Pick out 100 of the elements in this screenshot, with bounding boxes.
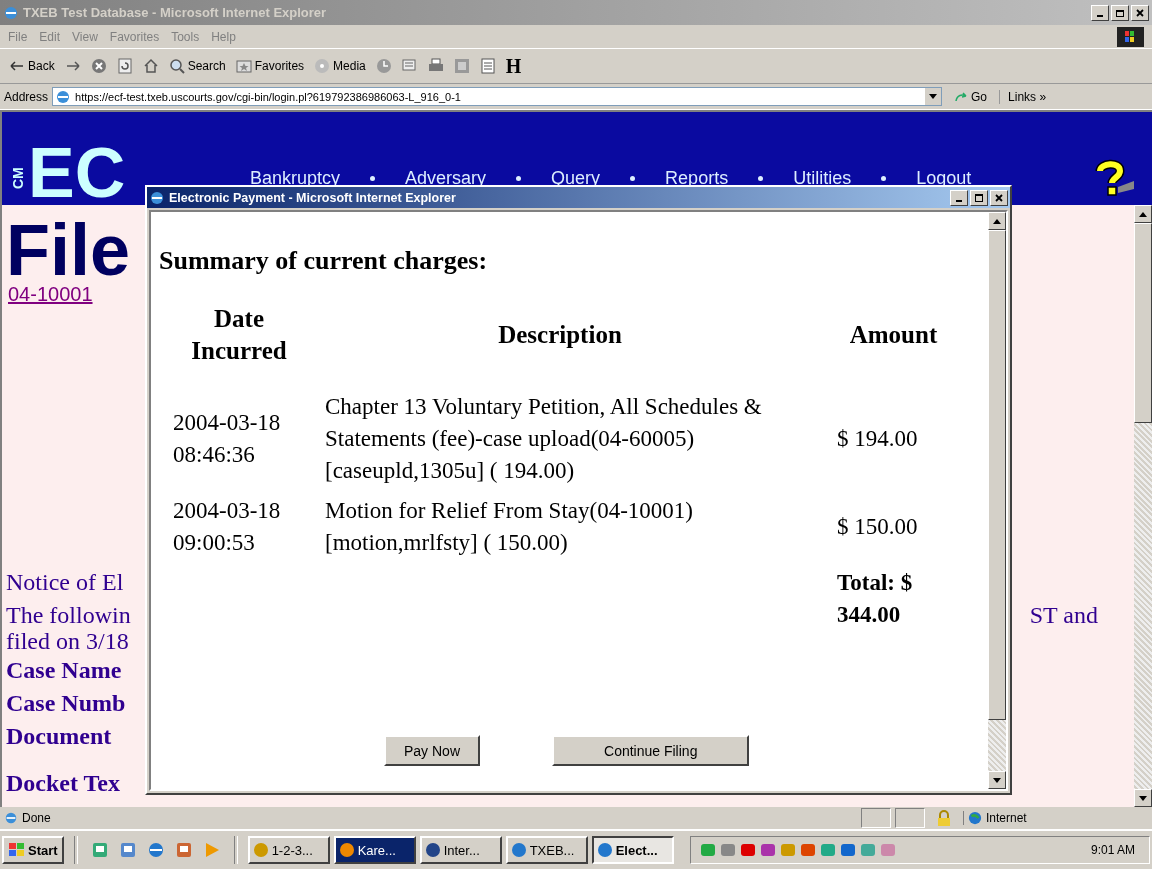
- search-button[interactable]: Search: [165, 56, 229, 76]
- date-cell-text: 2004-03-18 09:00:53: [172, 497, 282, 557]
- app-icon: [424, 842, 441, 858]
- go-button[interactable]: Go: [946, 89, 996, 104]
- tray-icon[interactable]: [739, 841, 757, 859]
- tray-icon[interactable]: [699, 841, 717, 859]
- lock-icon: [937, 810, 951, 826]
- windows-logo-icon: [1114, 26, 1144, 47]
- description-cell-text: Motion for Relief From Stay(04-10001) [motion,mrlfsty] ( 150.00): [324, 497, 694, 557]
- caret-icon: [929, 94, 938, 99]
- refresh-icon: [116, 58, 133, 74]
- field-label: Case Name: [6, 656, 122, 685]
- close-icon: [994, 192, 1004, 203]
- description-cell-text: Chapter 13 Voluntary Petition, All Schedules & Statements (fee)-case upload(04-60005) [caseupld,1305u] ( 194.00): [324, 393, 763, 485]
- taskbar-button[interactable]: TXEB...: [505, 836, 588, 864]
- date-cell-text: 2004-03-18 08:46:36: [172, 409, 282, 469]
- page-icon: [4, 811, 18, 825]
- start-button[interactable]: Start: [2, 836, 64, 864]
- logo-mark: CM: [10, 169, 26, 189]
- tray-icon[interactable]: [799, 841, 817, 859]
- links-button[interactable]: Links »: [999, 89, 1055, 104]
- down-arrow-icon: [1139, 795, 1147, 801]
- up-arrow-icon: [1139, 211, 1147, 217]
- total-cell-text: Total: $ 344.00: [836, 569, 914, 629]
- disc-icon: [314, 58, 331, 74]
- app-icon: [596, 842, 613, 858]
- nav-separator: [630, 176, 636, 181]
- amount-cell-text: $ 150.00: [836, 513, 919, 541]
- nav-link[interactable]: Utilities: [793, 168, 852, 189]
- close-button[interactable]: [1131, 4, 1149, 21]
- summary-heading: Summary of current charges:: [159, 246, 489, 276]
- status-text: Done: [22, 811, 52, 825]
- minimize-icon: [956, 200, 962, 202]
- field-label: Document: [6, 722, 112, 751]
- taskbar-button[interactable]: Elect...: [591, 836, 674, 864]
- column-header: Description: [497, 320, 623, 350]
- page-heading: File: [6, 217, 131, 283]
- down-arrow-icon: [993, 777, 1001, 783]
- taskbar-button[interactable]: 1-2-3...: [247, 836, 330, 864]
- tray-icon[interactable]: [759, 841, 777, 859]
- scrollbar[interactable]: [988, 212, 1006, 789]
- popup-title: Electronic Payment - Microsoft Internet Explorer: [169, 190, 456, 205]
- tray-icon[interactable]: [839, 841, 857, 859]
- printer-icon: [427, 58, 444, 74]
- dropdown-button[interactable]: [925, 88, 942, 105]
- browser-icon: [3, 4, 19, 21]
- minimize-button[interactable]: [950, 189, 968, 206]
- nav-link[interactable]: Reports: [665, 168, 729, 189]
- taskbar-button[interactable]: Inter...: [419, 836, 502, 864]
- clock: 9:01 AM: [1090, 843, 1136, 857]
- nav-separator: [370, 176, 376, 181]
- page-icon: [55, 88, 72, 105]
- document-icon: [479, 58, 496, 74]
- column-header: Amount: [848, 320, 939, 350]
- close-button[interactable]: [990, 189, 1008, 206]
- stop-icon: [90, 58, 107, 74]
- address-field[interactable]: https://ecf-test.txeb.uscourts.gov/cgi-bin/login.pl?619792386986063-L_916_0-1: [52, 87, 943, 106]
- nav-link[interactable]: Adversary: [405, 168, 487, 189]
- taskbar-button[interactable]: Kare...: [333, 836, 416, 864]
- popup-button[interactable]: Pay Now: [384, 735, 481, 766]
- paragraph-text: ST and: [1029, 602, 1098, 628]
- nav-separator: [758, 176, 764, 181]
- close-icon: [1135, 7, 1145, 18]
- paragraph-text: filed on 3/18: [6, 628, 129, 654]
- tray-icon[interactable]: [719, 841, 737, 859]
- globe-icon[interactable]: [146, 841, 165, 859]
- address-label: Address: [4, 89, 49, 104]
- maximize-button[interactable]: [970, 189, 988, 206]
- logo-text: EC: [28, 141, 126, 205]
- nav-separator: [881, 176, 887, 181]
- scrollbar[interactable]: [1134, 205, 1152, 807]
- window-title: TXEB Test Database - Microsoft Internet Explorer: [23, 5, 327, 20]
- search-icon: [168, 58, 185, 74]
- window-icon[interactable]: [118, 841, 137, 859]
- app-icon: [338, 842, 355, 858]
- amount-cell-text: $ 194.00: [836, 425, 919, 453]
- nav-separator: [516, 176, 522, 181]
- zone-text: Internet: [986, 811, 1027, 825]
- app-icon: [510, 842, 527, 858]
- nav-link[interactable]: Bankruptcy: [250, 168, 341, 189]
- back-button[interactable]: Back: [6, 56, 58, 76]
- favorites-button[interactable]: Favorites: [232, 56, 308, 76]
- field-label: Case Numb: [6, 689, 126, 718]
- windows-logo-icon: [8, 842, 26, 858]
- toolbar-button[interactable]: H: [502, 52, 525, 80]
- case-link[interactable]: 04-10001: [8, 283, 93, 306]
- column-header: Date Incurred: [190, 304, 288, 366]
- media-button[interactable]: Media: [311, 56, 369, 76]
- clock-icon: [375, 58, 392, 74]
- maximize-button[interactable]: [1111, 4, 1129, 21]
- field-label: Docket Tex: [6, 769, 120, 798]
- tray-icon[interactable]: [819, 841, 837, 859]
- popup-button[interactable]: Continue Filing: [552, 735, 750, 766]
- minimize-button[interactable]: [1091, 4, 1109, 21]
- curved-arrow-icon: [954, 90, 969, 103]
- up-arrow-icon: [993, 218, 1001, 224]
- home-icon: [142, 58, 159, 74]
- globe-icon: [968, 811, 982, 825]
- notice-text: Notice of El: [6, 568, 124, 596]
- mail-icon: [401, 58, 418, 74]
